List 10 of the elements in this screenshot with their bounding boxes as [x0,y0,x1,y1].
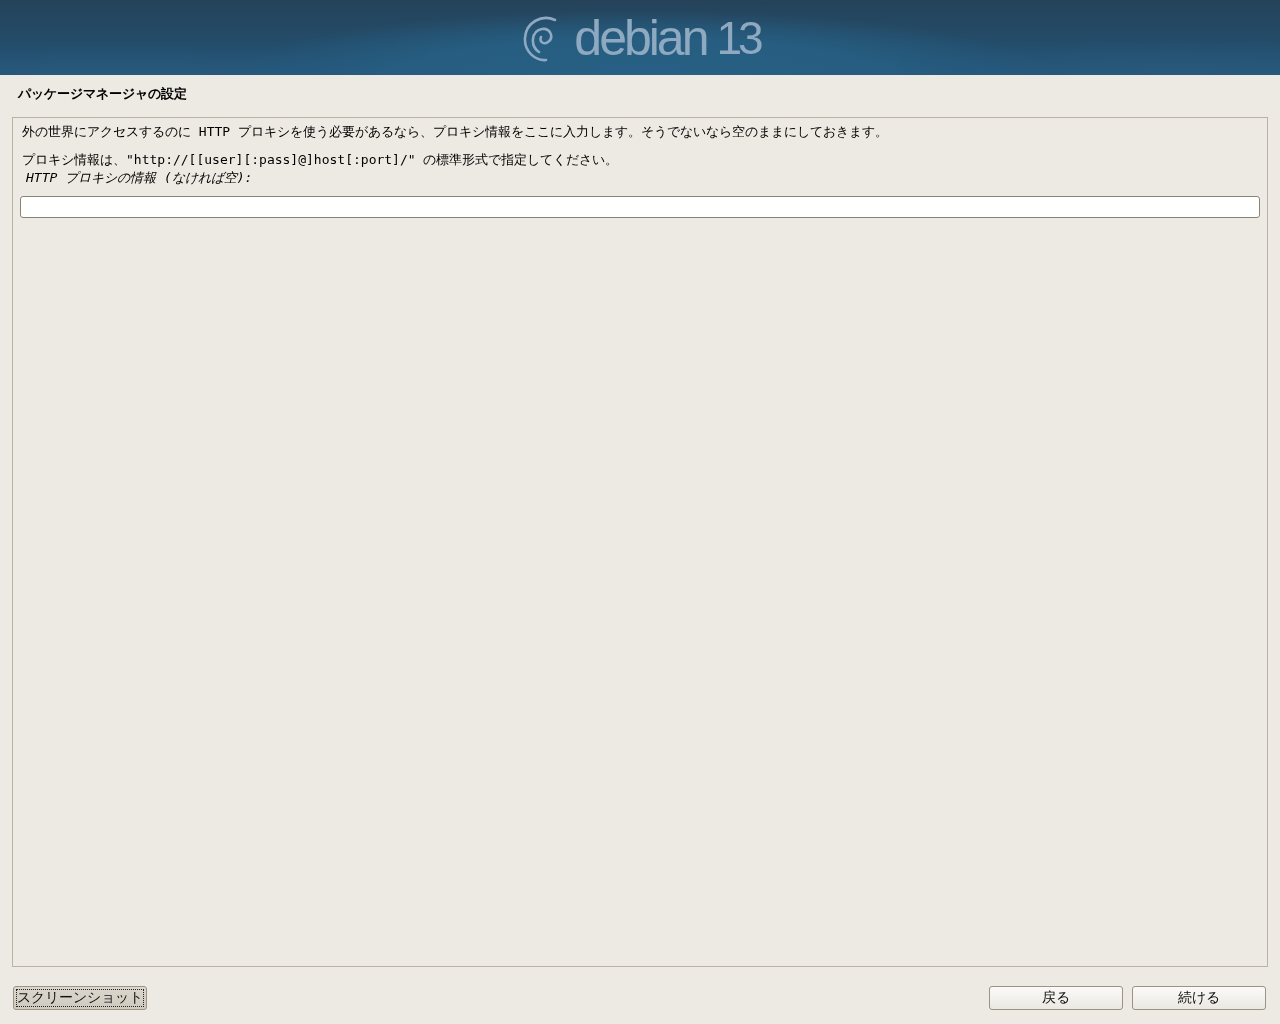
description-text: 外の世界にアクセスするのに HTTP プロキシを使う必要があるなら、プロキシ情報をここに入力します。そうでないなら空のままにしておきます。 [21,123,889,141]
page-title: パッケージマネージャの設定 [16,85,188,103]
logo-wordmark: debian [574,11,707,64]
description-text: プロキシ情報は、"http://[[user][:pass]@]host[:port]/" の標準形式で指定してください。 [21,151,620,169]
proxy-input-field[interactable] [20,196,1260,218]
footer-button[interactable]: 戻る [989,986,1123,1010]
field-label: HTTP プロキシの情報 (なければ空): [25,169,254,187]
footer-button[interactable]: 続ける [1132,986,1266,1010]
version-number: 13 [716,11,760,64]
footer-button[interactable]: スクリーンショット [13,986,147,1010]
